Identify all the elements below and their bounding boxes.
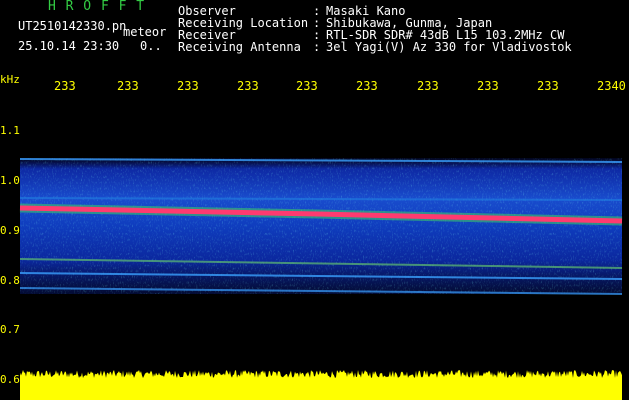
spectrogram-waterfall — [19, 158, 623, 400]
freq-tick-label: 0.9 — [0, 224, 20, 237]
time-tick-label: 233 — [237, 79, 259, 93]
signal-band — [19, 158, 623, 295]
freq-tick-label: 1.1 — [0, 124, 20, 137]
time-tick-label: 233 — [54, 79, 76, 93]
meteor-label: meteor — [123, 25, 167, 39]
time-tick-label: 233 — [177, 79, 199, 93]
time-tick-label: 233 — [296, 79, 318, 93]
info-value: 3el Yagi(V) Az 330 for Vladivostok — [326, 40, 572, 54]
header-panel: H R O F F T UT2510142330.pn meteor 25.10… — [0, 0, 170, 60]
time-axis: 233 233 233 233 233 233 233 233 233 2340 — [0, 80, 629, 94]
noise-floor-shape — [20, 370, 622, 400]
time-tick-label: 233 — [356, 79, 378, 93]
freq-tick-label: 0.6 — [0, 373, 20, 386]
freq-tick-label: 1.0 — [0, 174, 20, 187]
time-tick-label: 2340 — [597, 79, 626, 93]
info-label: Receiving Antenna — [178, 40, 301, 54]
noise-floor-bars — [20, 370, 622, 400]
freq-tick-label: 0.7 — [0, 323, 20, 336]
station-info: Observer: Masaki Kano Receiving Location:… — [178, 5, 572, 53]
time-tick-label: 233 — [537, 79, 559, 93]
meteor-count: 0.. — [140, 39, 162, 53]
time-tick-label: 233 — [477, 79, 499, 93]
info-row-antenna: Receiving Antenna:3el Yagi(V) Az 330 for… — [178, 41, 572, 53]
time-tick-label: 233 — [117, 79, 139, 93]
filename-label: UT2510142330.pn — [18, 19, 127, 33]
info-colon: : — [313, 40, 321, 54]
datetime-label: 25.10.14 23:30 — [18, 39, 120, 53]
freq-tick-label: 0.8 — [0, 274, 20, 287]
app-title: H R O F F T — [48, 0, 146, 14]
time-tick-label: 233 — [417, 79, 439, 93]
